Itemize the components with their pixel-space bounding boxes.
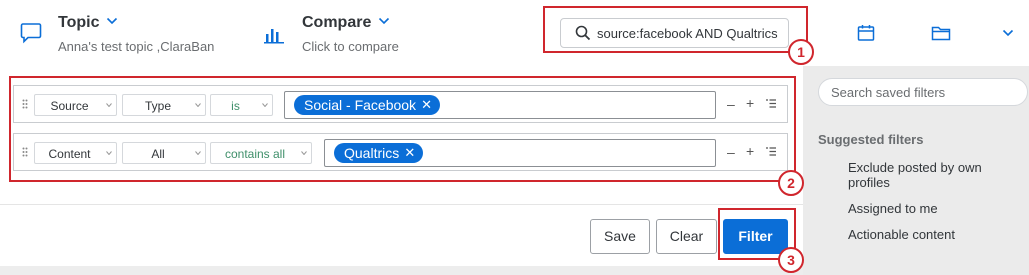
operator-select[interactable]: contains all <box>210 142 312 164</box>
type-select[interactable]: All <box>122 142 206 164</box>
chip-remove-icon[interactable]: ✕ <box>404 143 415 163</box>
chip-remove-icon[interactable]: ✕ <box>421 95 432 115</box>
chat-bubble-icon[interactable] <box>20 22 42 44</box>
operator-select[interactable]: is <box>210 94 273 116</box>
saved-filters-search-input[interactable]: Search saved filters <box>818 78 1028 106</box>
header-bar: Topic Anna's test topic ,ClaraBan Compar… <box>0 0 1029 66</box>
drag-handle-icon[interactable] <box>22 147 28 157</box>
search-input[interactable]: source:facebook AND Qualtrics <box>560 18 789 48</box>
filter-value-field[interactable]: Social - Facebook ✕ <box>284 91 716 119</box>
annotation-badge-3: 3 <box>778 247 804 273</box>
chevron-down-icon <box>106 151 112 155</box>
search-icon <box>575 25 591 41</box>
value-chip[interactable]: Qualtrics ✕ <box>334 143 424 163</box>
menu-chevron-down-icon[interactable] <box>1002 29 1014 37</box>
value-chip[interactable]: Social - Facebook ✕ <box>294 95 441 115</box>
chevron-down-icon <box>195 103 201 107</box>
suggested-filter-item[interactable]: Assigned to me <box>848 201 1018 216</box>
saved-filters-panel: Search saved filters Suggested filters E… <box>803 66 1029 275</box>
row-options-icon[interactable] <box>766 147 776 156</box>
annotation-badge-2: 2 <box>778 170 804 196</box>
field-select[interactable]: Content <box>34 142 117 164</box>
topic-subtitle: Anna's test topic ,ClaraBan <box>58 39 215 54</box>
bottom-strip <box>0 266 803 275</box>
search-value: source:facebook AND Qualtrics <box>597 26 778 41</box>
save-button[interactable]: Save <box>590 219 650 254</box>
type-select[interactable]: Type <box>122 94 206 116</box>
chevron-down-icon <box>301 151 307 155</box>
suggested-filters-heading: Suggested filters <box>818 132 924 147</box>
compare-chevron-down-icon[interactable] <box>378 17 390 25</box>
calendar-icon[interactable] <box>857 24 875 42</box>
remove-row-button[interactable]: – <box>727 96 735 112</box>
folder-icon[interactable] <box>931 25 951 41</box>
row-options-icon[interactable] <box>766 99 776 108</box>
annotation-badge-1: 1 <box>788 39 814 65</box>
remove-row-button[interactable]: – <box>727 144 735 160</box>
clear-button[interactable]: Clear <box>656 219 717 254</box>
filter-row: Source Type is Social - Facebook ✕ – + <box>13 85 788 123</box>
add-row-button[interactable]: + <box>746 143 754 159</box>
topic-title[interactable]: Topic <box>58 14 99 32</box>
drag-handle-icon[interactable] <box>22 99 28 109</box>
suggested-filter-item[interactable]: Actionable content <box>848 227 1018 242</box>
chevron-down-icon <box>195 151 201 155</box>
topic-chevron-down-icon[interactable] <box>106 17 118 25</box>
field-select[interactable]: Source <box>34 94 117 116</box>
compare-title[interactable]: Compare <box>302 14 371 32</box>
chevron-down-icon <box>262 103 268 107</box>
filter-button[interactable]: Filter <box>723 219 788 254</box>
search-placeholder: Search saved filters <box>831 85 946 100</box>
chevron-down-icon <box>106 103 112 107</box>
filter-value-field[interactable]: Qualtrics ✕ <box>324 139 716 167</box>
add-row-button[interactable]: + <box>746 95 754 111</box>
filter-row: Content All contains all Qualtrics ✕ – + <box>13 133 788 171</box>
divider <box>0 204 803 205</box>
bar-chart-icon[interactable] <box>264 26 284 44</box>
compare-subtitle: Click to compare <box>302 39 399 54</box>
suggested-filter-item[interactable]: Exclude posted by own profiles <box>848 160 1018 190</box>
